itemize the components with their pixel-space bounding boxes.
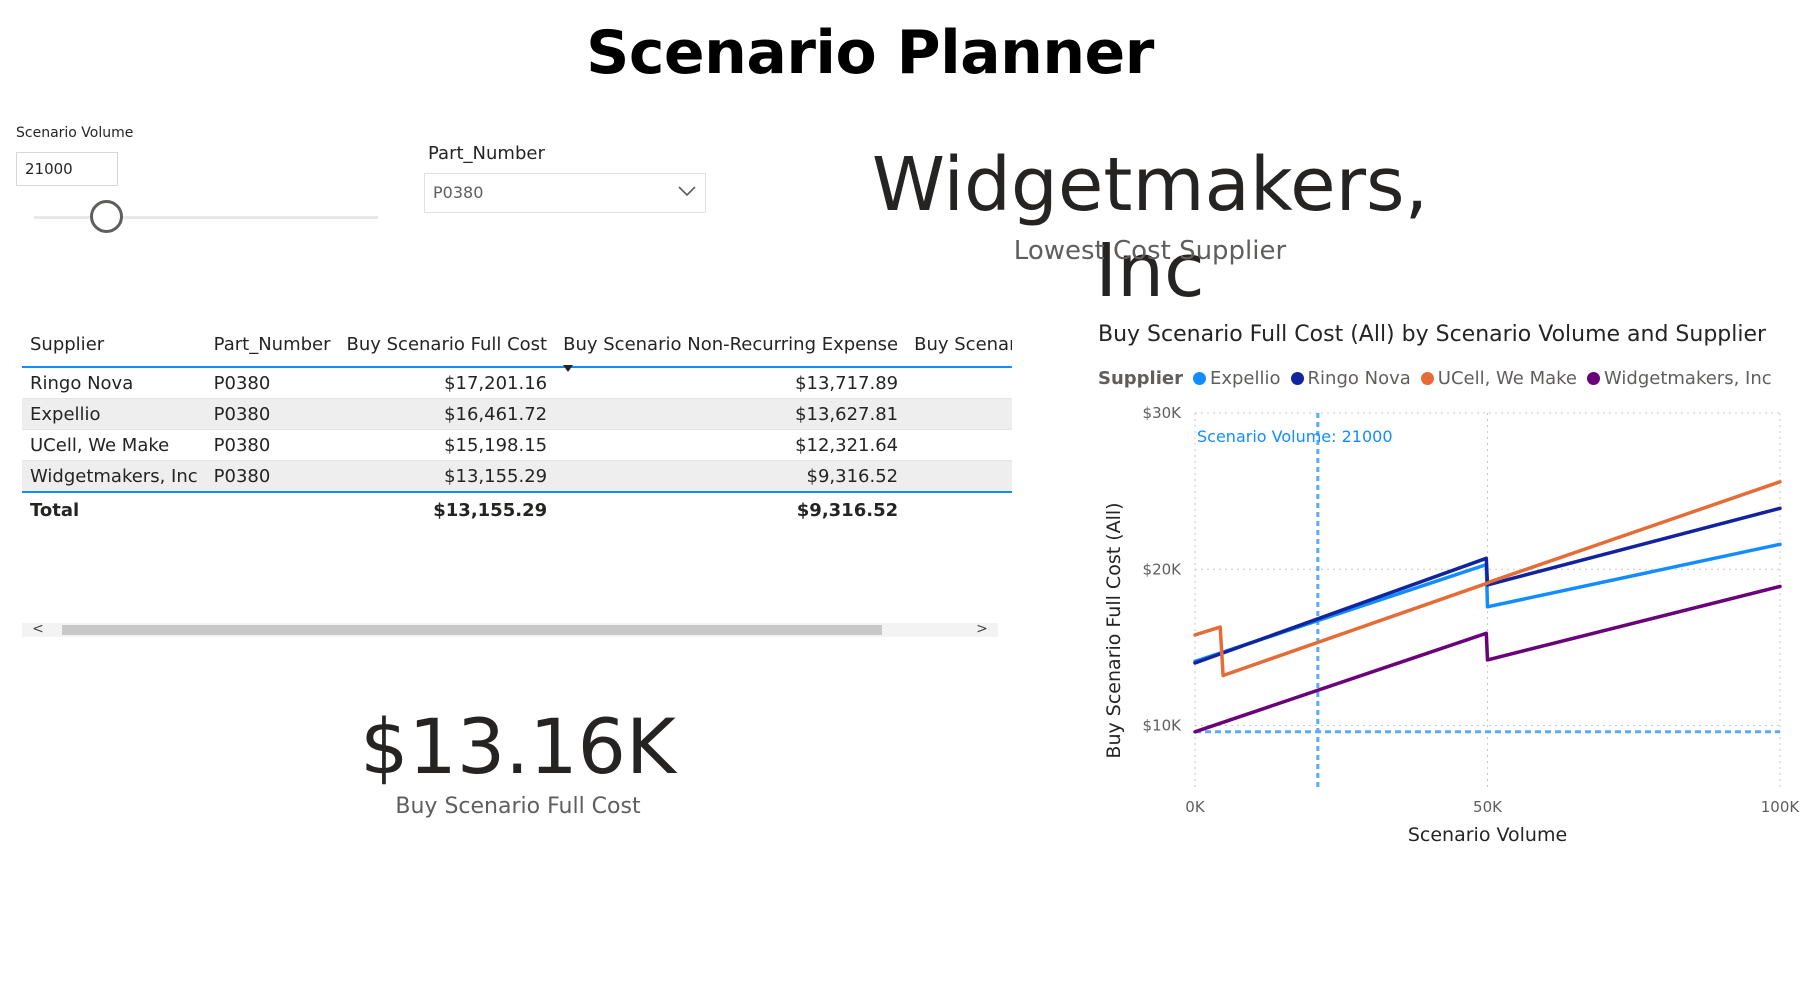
chart-legend: Supplier Expellio Ringo Nova UCell, We M…	[1098, 368, 1782, 389]
cell-nre: $13,717.89	[795, 372, 899, 394]
total-full-cost: $13,155.29	[433, 499, 548, 521]
column-header-external[interactable]: Buy Scenario Exter	[906, 322, 1012, 367]
chevron-down-icon	[678, 186, 696, 197]
full-cost-label: Buy Scenario Full Cost	[395, 794, 641, 819]
legend-label: Expellio	[1209, 368, 1281, 389]
scenario-volume-slider-track[interactable]	[34, 216, 378, 219]
table-total-row: Total $13,155.29 $9,316.52	[22, 492, 1012, 527]
legend-label: Ringo Nova	[1307, 368, 1411, 389]
cell-nre: $13,627.81	[795, 403, 899, 425]
x-reference-label: Scenario Volume: 21000	[1197, 427, 1393, 446]
y-tick-label: $30K	[1143, 404, 1183, 422]
cell-part-number: P0380	[213, 403, 271, 425]
line-chart[interactable]: $10K $20K $30K 0K 50K 100K Scenario Volume Buy …	[1090, 395, 1800, 855]
cell-part-number: P0380	[213, 372, 271, 394]
column-header-full-cost[interactable]: Buy Scenario Full Cost	[339, 322, 556, 367]
y-tick-label: $20K	[1143, 560, 1183, 578]
chart-title: Buy Scenario Full Cost (All) by Scenario…	[1098, 322, 1767, 347]
cell-external	[906, 430, 1012, 461]
y-tick-label: $10K	[1143, 717, 1183, 735]
legend-item-ucell[interactable]: UCell, We Make	[1420, 368, 1577, 389]
table-row[interactable]: Widgetmakers, Inc P0380 $13,155.29 $9,31…	[22, 460, 1012, 493]
cell-external	[906, 399, 1012, 430]
cell-nre: $12,321.64	[795, 434, 899, 456]
total-part-empty	[206, 492, 339, 527]
column-header-nre-label: Buy Scenario Non-Recurring Expense	[563, 333, 899, 355]
scenario-volume-input[interactable]	[16, 152, 118, 186]
legend-dot	[1420, 372, 1434, 385]
supplier-cost-table: Supplier Part_Number Buy Scenario Full C…	[22, 322, 1012, 642]
legend-dot	[1290, 372, 1304, 385]
cell-supplier: UCell, We Make	[30, 434, 170, 456]
legend-item-widgetmakers[interactable]: Widgetmakers, Inc	[1587, 368, 1772, 389]
cell-full-cost: $13,155.29	[444, 465, 548, 487]
part-number-label: Part_Number	[428, 143, 545, 164]
cell-supplier: Expellio	[30, 403, 101, 425]
cell-external	[906, 367, 1012, 399]
cell-external	[906, 461, 1012, 493]
x-tick-label: 0K	[1185, 798, 1206, 816]
scenario-volume-label: Scenario Volume	[16, 125, 134, 141]
part-number-selected-value: P0380	[433, 183, 484, 202]
part-number-dropdown[interactable]: P0380	[424, 173, 706, 213]
cell-full-cost: $16,461.72	[444, 403, 548, 425]
legend-dot	[1192, 372, 1206, 385]
cell-full-cost: $15,198.15	[444, 434, 548, 456]
cell-nre: $9,316.52	[806, 465, 899, 487]
table-row[interactable]: Ringo Nova P0380 $17,201.16 $13,717.89	[22, 367, 1012, 399]
cell-full-cost: $17,201.16	[444, 372, 548, 394]
scrollbar-thumb[interactable]	[62, 625, 882, 635]
lowest-cost-supplier-label: Lowest Cost Supplier	[1013, 236, 1287, 266]
column-header-nre[interactable]: Buy Scenario Non-Recurring Expense	[555, 322, 906, 372]
table-horizontal-scrollbar[interactable]: < >	[22, 621, 998, 637]
cell-supplier: Ringo Nova	[30, 372, 134, 394]
column-header-part-number[interactable]: Part_Number	[206, 322, 339, 367]
legend-item-expellio[interactable]: Expellio	[1192, 368, 1281, 389]
sort-descending-icon	[563, 365, 574, 372]
cell-part-number: P0380	[213, 465, 271, 487]
scenario-volume-slider-handle[interactable]	[90, 200, 124, 233]
lowest-cost-supplier-value: Widgetmakers, Inc	[871, 142, 1429, 314]
x-tick-label: 50K	[1473, 798, 1503, 816]
total-label: Total	[30, 499, 80, 521]
legend-label: Widgetmakers, Inc	[1604, 368, 1772, 389]
legend-title: Supplier	[1098, 368, 1183, 389]
scroll-right-arrow-icon[interactable]: >	[972, 621, 992, 637]
table-row[interactable]: Expellio P0380 $16,461.72 $13,627.81	[22, 398, 1012, 430]
x-axis-title: Scenario Volume	[1408, 824, 1567, 846]
cell-part-number: P0380	[213, 434, 271, 456]
x-tick-label: 100K	[1761, 798, 1800, 816]
full-cost-value: $13.16K	[360, 702, 676, 791]
table-header-row: Supplier Part_Number Buy Scenario Full C…	[22, 322, 1012, 372]
legend-dot	[1587, 372, 1600, 385]
table-row[interactable]: UCell, We Make P0380 $15,198.15 $12,321.…	[22, 430, 1012, 461]
total-external-empty	[906, 492, 1012, 527]
page-title: Scenario Planner	[586, 18, 1154, 88]
legend-item-ringo-nova[interactable]: Ringo Nova	[1290, 368, 1411, 389]
y-axis-title: Buy Scenario Full Cost (All)	[1103, 502, 1125, 758]
legend-label: UCell, We Make	[1437, 368, 1577, 389]
column-header-supplier[interactable]: Supplier	[22, 322, 206, 367]
scroll-left-arrow-icon[interactable]: <	[28, 621, 48, 637]
total-nre: $9,316.52	[796, 499, 899, 521]
cell-supplier: Widgetmakers, Inc	[30, 465, 198, 487]
